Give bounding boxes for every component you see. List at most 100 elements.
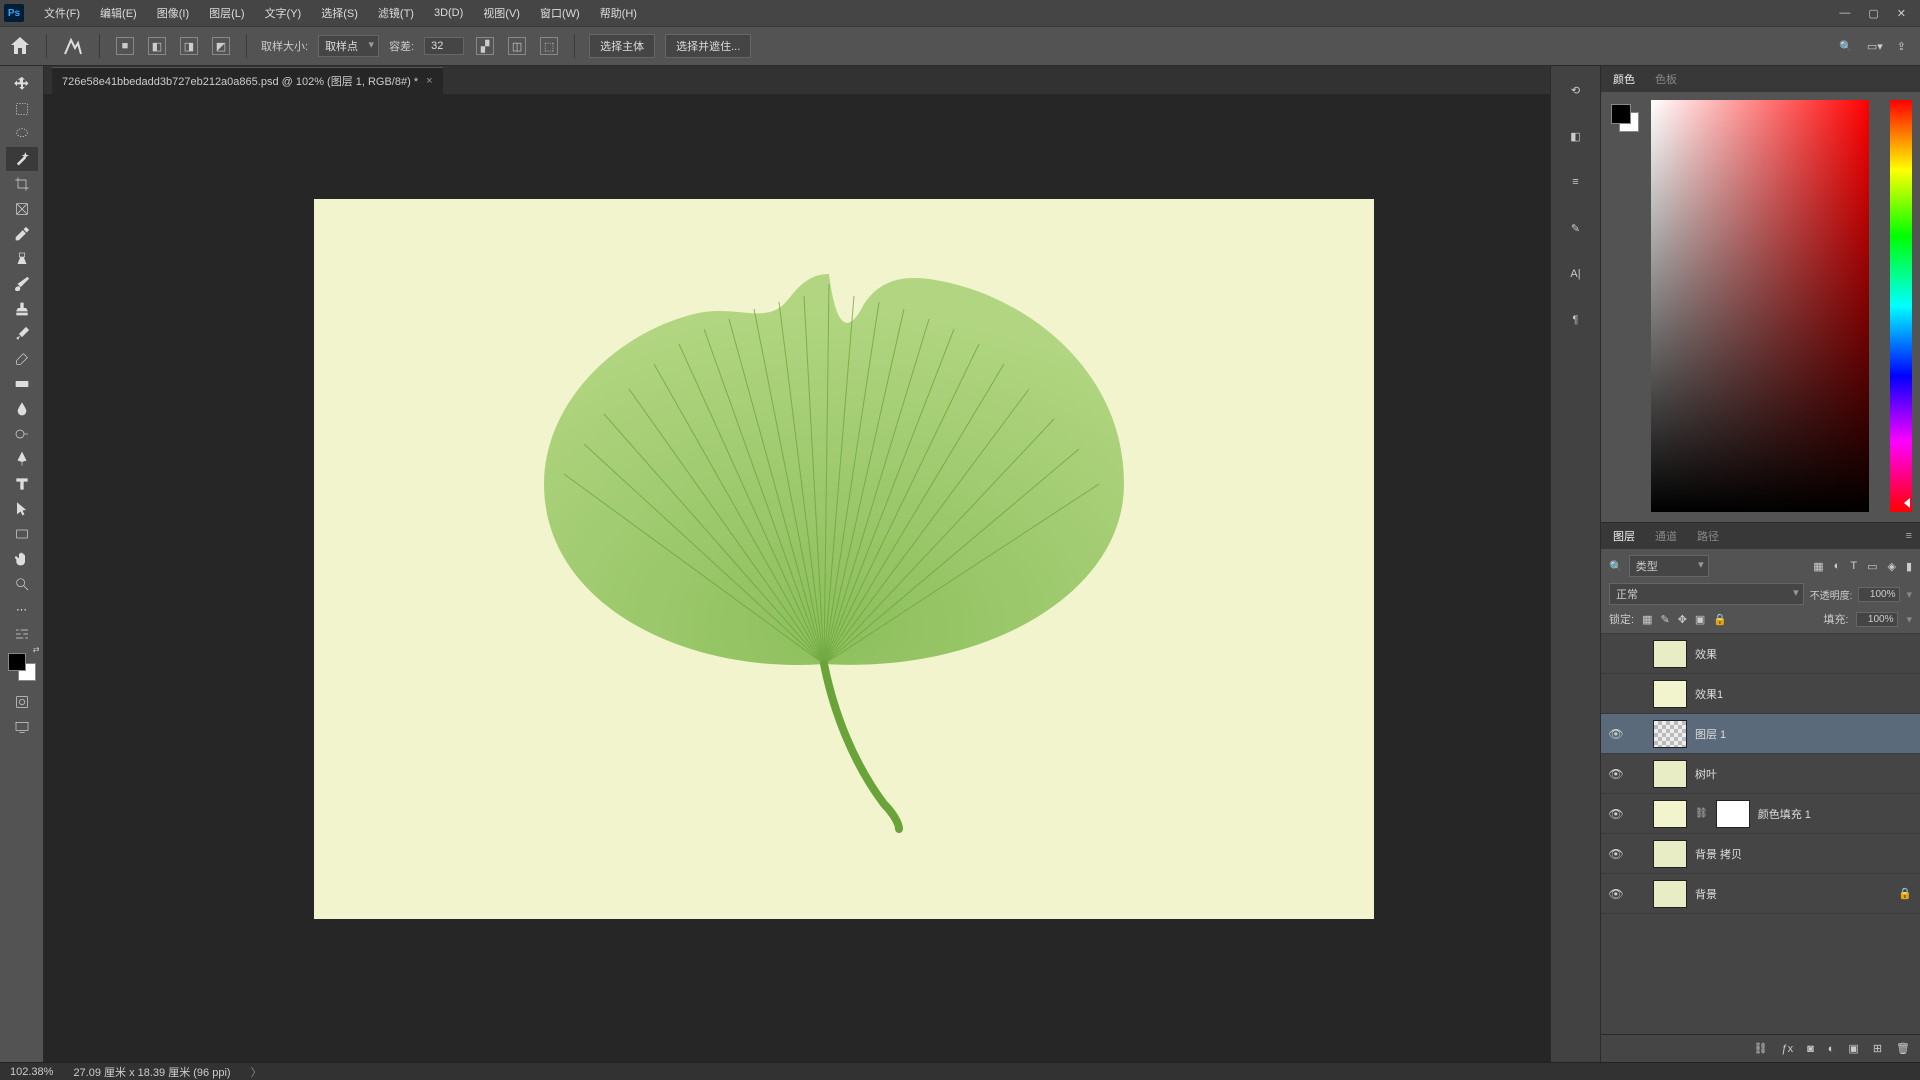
layer-thumbnail[interactable]	[1653, 880, 1687, 908]
maximize-icon[interactable]: ▢	[1868, 7, 1878, 20]
layer-thumbnail[interactable]	[1653, 640, 1687, 668]
hue-slider[interactable]	[1890, 100, 1912, 512]
gradient-tool[interactable]	[6, 372, 38, 396]
color-tab[interactable]: 颜色	[1609, 67, 1639, 91]
lock-artboard-icon[interactable]: ▣	[1695, 613, 1705, 626]
lock-position-icon[interactable]: ✥	[1678, 613, 1687, 626]
tolerance-input[interactable]: 32	[424, 37, 464, 55]
layer-thumbnail[interactable]	[1653, 680, 1687, 708]
dodge-tool[interactable]	[6, 422, 38, 446]
marquee-tool[interactable]	[6, 97, 38, 121]
minimize-icon[interactable]: —	[1839, 7, 1850, 20]
menu-image[interactable]: 图像(I)	[147, 1, 199, 25]
zoom-level[interactable]: 102.38%	[10, 1066, 53, 1078]
close-tab-icon[interactable]: ×	[426, 75, 432, 87]
visibility-toggle[interactable]: 👁	[1609, 687, 1623, 701]
filter-type-icon[interactable]: T	[1850, 560, 1857, 573]
filter-shape-icon[interactable]: ▭	[1867, 560, 1877, 573]
swap-colors-icon[interactable]: ⇄	[33, 645, 40, 654]
document-tab[interactable]: 726e58e41bbedadd3b727eb212a0a865.psd @ 1…	[52, 67, 443, 94]
lock-paint-icon[interactable]: ✎	[1660, 613, 1669, 626]
opacity-input[interactable]: 100%	[1858, 587, 1900, 602]
layer-row[interactable]: 👁背景🔒	[1601, 874, 1920, 914]
paragraph-panel-icon[interactable]: ¶	[1564, 308, 1588, 332]
type-tool[interactable]	[6, 472, 38, 496]
workspace-icon[interactable]: ▭▾	[1867, 40, 1883, 53]
mask-icon[interactable]: ◙	[1807, 1043, 1814, 1055]
adjustments-panel-icon[interactable]: ≡	[1564, 170, 1588, 194]
subtract-selection-icon[interactable]: ◨	[180, 37, 198, 55]
eyedropper-tool[interactable]	[6, 222, 38, 246]
visibility-toggle[interactable]: 👁	[1609, 647, 1623, 661]
layer-row[interactable]: 👁 背景 拷贝	[1601, 834, 1920, 874]
menu-layer[interactable]: 图层(L)	[199, 1, 254, 25]
link-layers-icon[interactable]: ⛓	[1754, 1042, 1768, 1055]
layer-name[interactable]: 背景	[1695, 886, 1717, 902]
layer-thumbnail[interactable]	[1653, 840, 1687, 868]
color-preview[interactable]	[1611, 104, 1639, 132]
layer-thumbnail[interactable]	[1653, 720, 1687, 748]
adjustment-layer-icon[interactable]: ◐	[1828, 1043, 1835, 1055]
add-selection-icon[interactable]: ◧	[148, 37, 166, 55]
healing-tool[interactable]	[6, 247, 38, 271]
fx-icon[interactable]: ƒx	[1781, 1043, 1793, 1055]
blend-mode-select[interactable]: 正常	[1609, 583, 1804, 605]
history-panel-icon[interactable]: ⟲	[1564, 78, 1588, 102]
character-panel-icon[interactable]: A|	[1564, 262, 1588, 286]
saturation-field[interactable]	[1651, 100, 1869, 512]
close-icon[interactable]: ✕	[1897, 7, 1906, 20]
lock-all-icon[interactable]: 🔒	[1713, 613, 1727, 626]
menu-type[interactable]: 文字(Y)	[255, 1, 312, 25]
layer-name[interactable]: 颜色填充 1	[1758, 806, 1811, 822]
pen-tool[interactable]	[6, 447, 38, 471]
mask-thumbnail[interactable]	[1716, 800, 1750, 828]
magic-wand-tool[interactable]	[6, 147, 38, 171]
filter-pixel-icon[interactable]: ▦	[1813, 560, 1823, 573]
eraser-tool[interactable]	[6, 347, 38, 371]
menu-filter[interactable]: 滤镜(T)	[368, 1, 424, 25]
sample-layers-icon[interactable]: ⬚	[540, 37, 558, 55]
layer-name[interactable]: 树叶	[1695, 766, 1717, 782]
share-icon[interactable]: ⇪	[1897, 40, 1906, 53]
menu-window[interactable]: 窗口(W)	[530, 1, 590, 25]
move-tool[interactable]	[6, 72, 38, 96]
menu-view[interactable]: 视图(V)	[473, 1, 530, 25]
layer-row[interactable]: 👁 效果1	[1601, 674, 1920, 714]
brushes-panel-icon[interactable]: ✎	[1564, 216, 1588, 240]
visibility-toggle[interactable]: 👁	[1609, 727, 1623, 741]
layers-tab[interactable]: 图层	[1609, 524, 1639, 548]
filter-adjust-icon[interactable]: ◐	[1834, 560, 1841, 573]
brush-tool[interactable]	[6, 272, 38, 296]
visibility-toggle[interactable]: 👁	[1609, 887, 1623, 901]
antialias-icon[interactable]: ▞	[476, 37, 494, 55]
filter-smart-icon[interactable]: ◈	[1887, 560, 1895, 573]
blur-tool[interactable]	[6, 397, 38, 421]
stamp-tool[interactable]	[6, 297, 38, 321]
hand-tool[interactable]	[6, 547, 38, 571]
contiguous-icon[interactable]: ◫	[508, 37, 526, 55]
path-select-tool[interactable]	[6, 497, 38, 521]
fg-color-swatch[interactable]	[1611, 104, 1631, 124]
layer-name[interactable]: 效果1	[1695, 686, 1723, 702]
layer-name[interactable]: 效果	[1695, 646, 1717, 662]
filter-kind-select[interactable]: 类型	[1629, 555, 1709, 577]
current-tool-icon[interactable]	[61, 34, 85, 58]
layer-name[interactable]: 背景 拷贝	[1695, 846, 1742, 862]
fill-input[interactable]: 100%	[1856, 612, 1898, 627]
sample-size-select[interactable]: 取样点	[318, 35, 379, 57]
layer-thumbnail[interactable]	[1653, 800, 1687, 828]
layer-row[interactable]: 👁⛓颜色填充 1	[1601, 794, 1920, 834]
screenmode-tool[interactable]	[6, 715, 38, 739]
group-icon[interactable]: ▣	[1848, 1042, 1858, 1055]
menu-3d[interactable]: 3D(D)	[424, 3, 473, 23]
crop-tool[interactable]	[6, 172, 38, 196]
swatches-tab[interactable]: 色板	[1651, 67, 1681, 91]
layer-name[interactable]: 图层 1	[1695, 726, 1726, 742]
status-menu-icon[interactable]: 〉	[251, 1064, 262, 1080]
zoom-tool[interactable]	[6, 572, 38, 596]
layer-row[interactable]: 👁 效果	[1601, 634, 1920, 674]
frame-tool[interactable]	[6, 197, 38, 221]
visibility-toggle[interactable]: 👁	[1609, 767, 1623, 781]
visibility-toggle[interactable]: 👁	[1609, 847, 1623, 861]
menu-help[interactable]: 帮助(H)	[590, 1, 647, 25]
